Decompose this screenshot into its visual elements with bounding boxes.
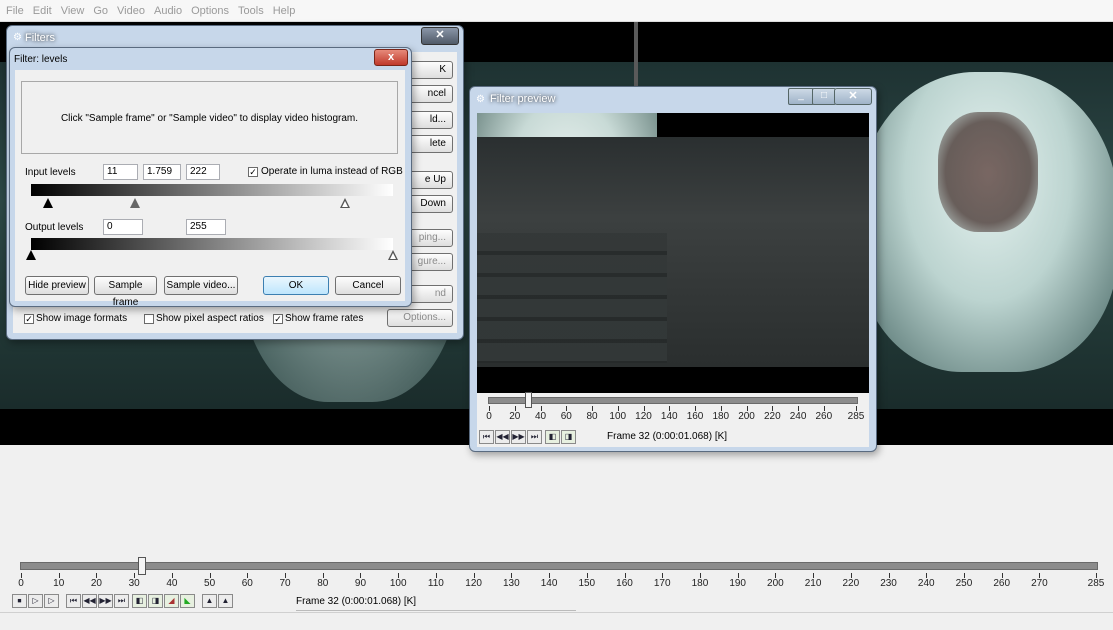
preview-transport-toolbar: ⏮ ◀◀ ▶▶ ⏭ ◧ ◨ <box>479 430 609 446</box>
close-icon[interactable]: ✕ <box>834 88 872 105</box>
filters-close-button[interactable]: ✕ <box>421 27 459 45</box>
preview-frame-indicator: Frame 32 (0:00:01.068) [K] <box>607 431 728 442</box>
menu-item-audio[interactable]: Audio <box>154 5 182 17</box>
prev-keyframe-icon[interactable]: ◧ <box>545 430 560 444</box>
menu-item-video[interactable]: Video <box>117 5 145 17</box>
show-frame-rates-label: Show frame rates <box>285 313 364 324</box>
show-frame-rates-checkbox[interactable]: ✓ <box>273 314 283 324</box>
main-timeline-thumb[interactable] <box>137 557 146 575</box>
show-image-formats-checkbox[interactable]: ✓ <box>24 314 34 324</box>
menu-item-file[interactable]: File <box>6 5 24 17</box>
minimize-icon[interactable]: _ <box>788 88 814 105</box>
menu-item-tools[interactable]: Tools <box>238 5 264 17</box>
main-frame-indicator: Frame 32 (0:00:01.068) [K] <box>296 594 576 611</box>
output-high-handle[interactable] <box>388 250 398 260</box>
menu-bar: File Edit View Go Video Audio Options Tools Help <box>0 0 1113 22</box>
menu-item-help[interactable]: Help <box>273 5 296 17</box>
scene-back-icon[interactable]: ▲ <box>202 594 217 608</box>
levels-dialog-title: Filter: levels <box>14 54 68 65</box>
step-back-icon[interactable]: ◀◀ <box>495 430 510 444</box>
step-back-icon[interactable]: ◀◀ <box>82 594 97 608</box>
operate-luma-checkbox[interactable]: ✓ <box>248 167 258 177</box>
menu-item-edit[interactable]: Edit <box>33 5 52 17</box>
output-low-field[interactable]: 0 <box>103 219 143 235</box>
input-gamma-handle[interactable] <box>130 198 140 208</box>
histogram-area: Click "Sample frame" or "Sample video" t… <box>21 81 398 154</box>
levels-dialog: Filter: levels x Click "Sample frame" or… <box>9 47 412 308</box>
mark-out-icon[interactable]: ◣ <box>180 594 195 608</box>
output-low-handle[interactable] <box>26 250 36 260</box>
go-start-icon[interactable]: ⏮ <box>479 430 494 444</box>
menu-item-go[interactable]: Go <box>93 5 108 17</box>
preview-timeline-thumb[interactable] <box>525 392 532 408</box>
close-icon[interactable]: x <box>374 49 408 66</box>
input-levels-label: Input levels <box>25 167 76 178</box>
input-low-handle[interactable] <box>43 198 53 208</box>
sample-frame-button[interactable]: Sample frame <box>94 276 157 308</box>
main-timeline-track[interactable] <box>20 562 1098 570</box>
filters-options-button[interactable]: Options... <box>387 309 453 327</box>
maximize-icon[interactable]: □ <box>812 88 836 105</box>
stop-icon[interactable]: ⏹ <box>12 594 27 608</box>
main-transport-toolbar: ⏹ ▷ ▷ ⏮ ◀◀ ▶▶ ⏭ ◧ ◨ ◢ ◣ ▲ ▲ <box>12 594 292 610</box>
step-forward-icon[interactable]: ▶▶ <box>511 430 526 444</box>
preview-image <box>477 113 869 393</box>
show-pixel-aspect-checkbox[interactable] <box>144 314 154 324</box>
prev-keyframe-icon[interactable]: ◧ <box>132 594 147 608</box>
next-keyframe-icon[interactable]: ◨ <box>148 594 163 608</box>
menu-item-view[interactable]: View <box>61 5 85 17</box>
play-input-icon[interactable]: ▷ <box>28 594 43 608</box>
step-forward-icon[interactable]: ▶▶ <box>98 594 113 608</box>
hide-preview-button[interactable]: Hide preview <box>25 276 89 295</box>
sample-video-button[interactable]: Sample video... <box>164 276 238 295</box>
app-icon: ⚙ <box>476 94 485 105</box>
preview-timeline-track[interactable] <box>488 397 858 404</box>
input-high-handle[interactable] <box>340 198 350 208</box>
input-high-field[interactable]: 222 <box>186 164 220 180</box>
menu-item-options[interactable]: Options <box>191 5 229 17</box>
histogram-message: Click "Sample frame" or "Sample video" t… <box>60 113 359 124</box>
show-image-formats-label: Show image formats <box>36 313 128 324</box>
output-high-field[interactable]: 255 <box>186 219 226 235</box>
cancel-button[interactable]: Cancel <box>335 276 401 295</box>
filters-window-title: Filters <box>25 32 55 44</box>
input-low-field[interactable]: 11 <box>103 164 138 180</box>
input-levels-gradient <box>31 184 393 196</box>
preview-window-title: Filter preview <box>490 93 556 105</box>
operate-luma-label: Operate in luma instead of RGB <box>261 166 403 177</box>
show-pixel-aspect-label: Show pixel aspect ratios <box>156 313 264 324</box>
go-end-icon[interactable]: ⏭ <box>114 594 129 608</box>
ok-button[interactable]: OK <box>263 276 329 295</box>
output-levels-gradient <box>31 238 393 250</box>
output-levels-label: Output levels <box>25 222 84 233</box>
status-bar <box>0 612 1113 630</box>
mark-in-icon[interactable]: ◢ <box>164 594 179 608</box>
scene-forward-icon[interactable]: ▲ <box>218 594 233 608</box>
input-gamma-field[interactable]: 1.759 <box>143 164 181 180</box>
play-output-icon[interactable]: ▷ <box>44 594 59 608</box>
go-start-icon[interactable]: ⏮ <box>66 594 81 608</box>
app-icon: ⚙ <box>13 32 22 43</box>
next-keyframe-icon[interactable]: ◨ <box>561 430 576 444</box>
go-end-icon[interactable]: ⏭ <box>527 430 542 444</box>
filter-preview-window: ⚙ Filter preview _ □ ✕ 0 20 40 60 80 100 120 14… <box>469 86 877 452</box>
